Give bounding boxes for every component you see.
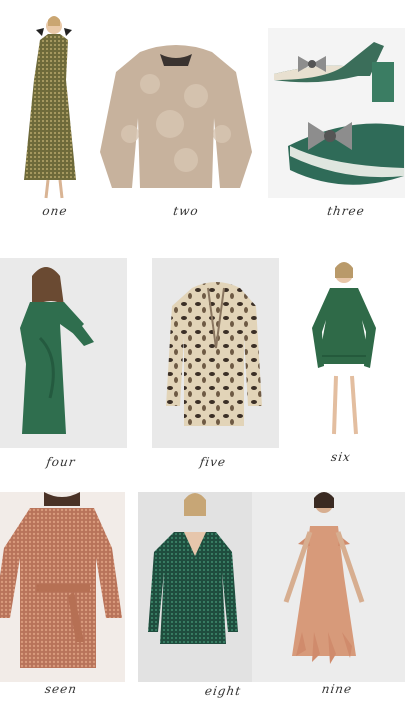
caption-five: five — [198, 455, 228, 469]
caption-six: six — [330, 450, 352, 464]
rose-gold-sequin-dress-icon — [0, 492, 125, 682]
emerald-sequin-wrap-dress-icon — [138, 492, 252, 682]
caption-nine: nine — [320, 682, 354, 696]
caption-one: one — [41, 204, 69, 218]
green-tiered-mini-dress-icon — [300, 258, 388, 448]
caption-seven: seen — [43, 682, 79, 696]
caption-three: three — [326, 204, 366, 218]
embellished-bow-heels-icon — [268, 28, 405, 198]
caption-four: four — [45, 455, 77, 469]
sequin-maxi-dress-icon — [14, 12, 94, 202]
caption-two: two — [172, 204, 200, 218]
faux-fur-jacket-icon — [100, 44, 253, 190]
green-velvet-wrap-dress-icon — [0, 258, 127, 448]
leopard-fur-coat-icon — [152, 258, 279, 448]
caption-eight: eight — [203, 684, 243, 698]
feather-hem-slip-dress-icon — [252, 492, 405, 682]
